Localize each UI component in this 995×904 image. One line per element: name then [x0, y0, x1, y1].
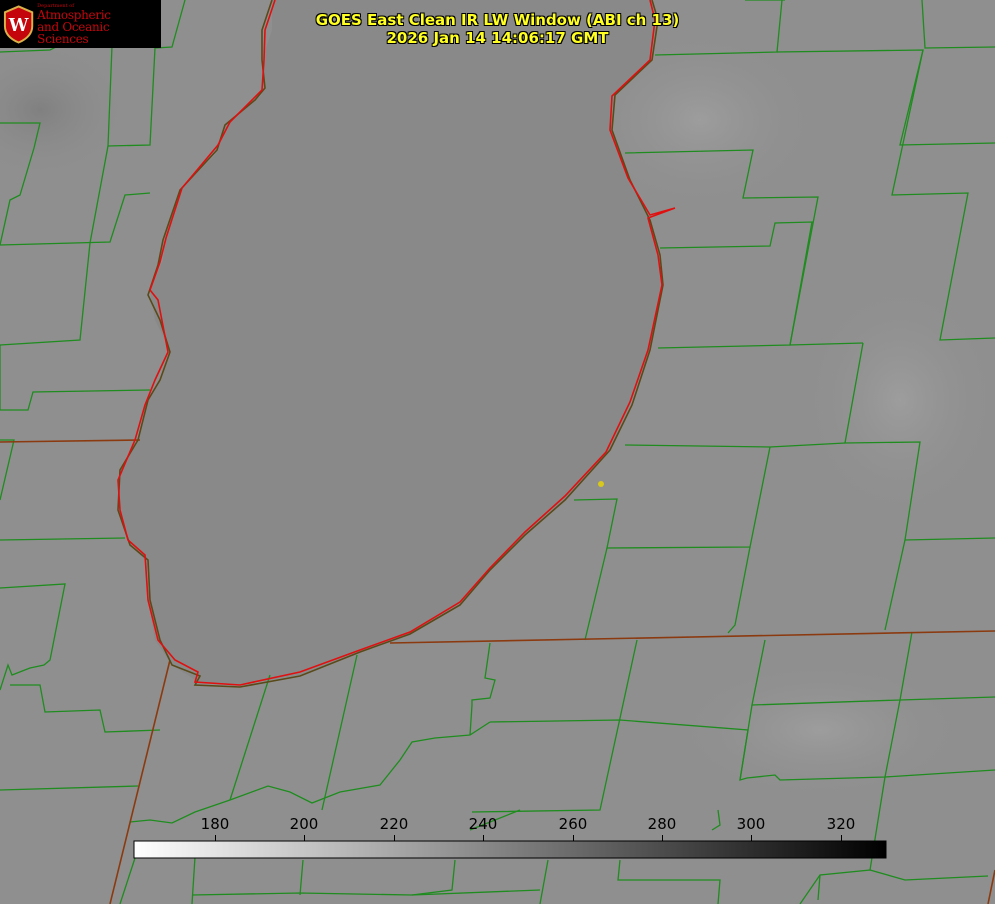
map-canvas: W Department of Atmospheric and Oceanic …: [0, 0, 995, 904]
city-marker: [598, 481, 604, 487]
colorbar-tick-mark: [304, 835, 305, 841]
colorbar-tick-mark: [483, 835, 484, 841]
colorbar: [133, 840, 887, 859]
image-title: GOES East Clean IR LW Window (ABI ch 13)…: [0, 11, 995, 47]
colorbar-tick-mark: [394, 835, 395, 841]
cloud-texture: [800, 280, 995, 520]
colorbar-tick-mark: [573, 835, 574, 841]
colorbar-tick-label: 200: [289, 815, 319, 833]
colorbar-tick-mark: [662, 835, 663, 841]
colorbar-tick-label: 220: [379, 815, 409, 833]
colorbar-tick-label: 280: [647, 815, 677, 833]
colorbar-tick-mark: [215, 835, 216, 841]
colorbar-tick-label: 240: [468, 815, 498, 833]
colorbar-tick-label: 260: [558, 815, 588, 833]
timestamp: 2026 Jan 14 14:06:17 GMT: [386, 29, 609, 47]
colorbar-tick-label: 180: [200, 815, 230, 833]
colorbar-tick-label: 300: [736, 815, 766, 833]
colorbar-tick-mark: [841, 835, 842, 841]
satellite-map: [0, 0, 995, 904]
colorbar-tick-mark: [751, 835, 752, 841]
product-title: GOES East Clean IR LW Window (ABI ch 13): [315, 11, 680, 29]
colorbar-tick-label: 320: [826, 815, 856, 833]
